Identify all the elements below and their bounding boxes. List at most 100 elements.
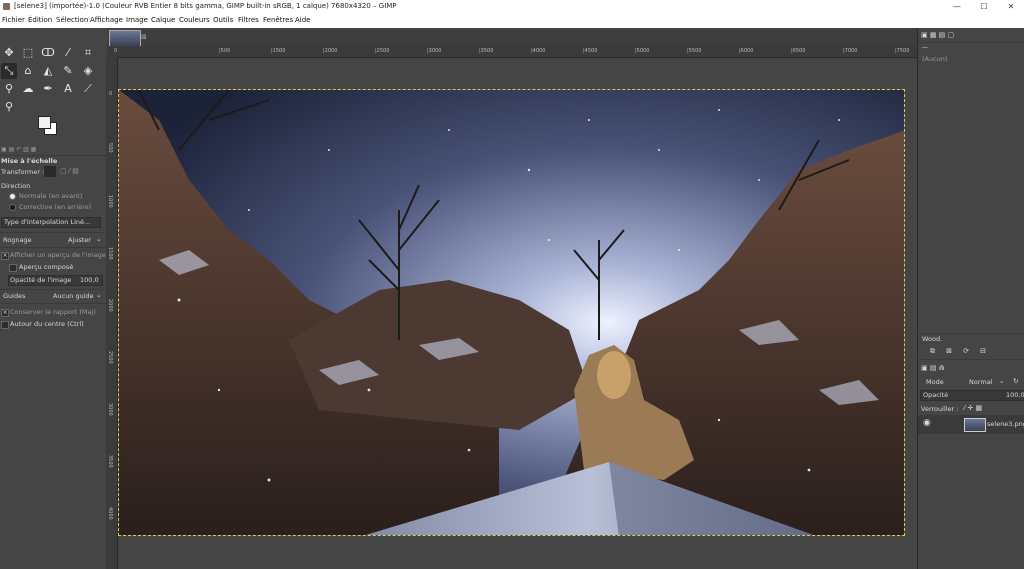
crop-tool-icon[interactable]: ⌗	[80, 45, 96, 61]
lock-icons[interactable]: ⁄ ✛ ▦	[964, 404, 982, 412]
around-center-checkbox[interactable]	[1, 321, 9, 329]
ruler-tick: 1500	[107, 247, 113, 260]
bucket-fill-tool-icon[interactable]: ◭	[40, 63, 56, 79]
minimize-button[interactable]: —	[944, 0, 970, 13]
ruler-tick: |2500	[375, 48, 390, 54]
image-tab-thumbnail[interactable]	[109, 30, 141, 47]
foreground-color-swatch[interactable]	[38, 116, 51, 129]
transform-mode-icons[interactable]: ▢ ⁄ ▤	[60, 167, 79, 175]
direction-corrective-radio[interactable]	[9, 204, 16, 211]
menu-affichage[interactable]: Affichage	[90, 13, 123, 28]
canvas-image[interactable]	[118, 89, 905, 536]
layers-tab-icons[interactable]: ▣ ▤ ⋒	[921, 364, 945, 372]
ruler-tick: |4500	[583, 48, 598, 54]
mode-select[interactable]: Normal	[969, 378, 993, 386]
clipping-label: Rognage	[3, 236, 32, 244]
eye-icon[interactable]: ◉	[923, 418, 931, 428]
color-picker-tool-icon[interactable]: ⟋	[80, 81, 96, 97]
warp-tool-icon[interactable]: ⌂	[20, 63, 36, 79]
guides-label: Guides	[3, 292, 26, 300]
chevron-down-icon[interactable]: ⌄	[96, 235, 101, 243]
ruler-tick: |7000	[843, 48, 858, 54]
image-opacity-value: 100,0	[80, 276, 99, 284]
toolbox-dock: ✥ ⬚ ↀ ⁄ ⌗ ⤡ ⌂ ◭ ✎ ◈ ⚲ ☁ ✒ A ⟋ ⚲ ▣ ▤ ↶ ▥ …	[0, 28, 106, 569]
chevron-down-icon[interactable]: ⌄	[999, 377, 1004, 385]
clone-tool-icon[interactable]: ⚲	[1, 81, 17, 97]
ruler-tick: 1000	[107, 195, 113, 208]
tool-options-tab-icons[interactable]: ▣ ▤ ↶ ▥ ▦	[1, 146, 36, 153]
tool-options-title: Mise à l'échelle	[1, 157, 58, 165]
menu-aide[interactable]: Aide	[295, 13, 310, 28]
chevron-down-icon[interactable]: ⌄	[96, 291, 101, 299]
transform-layer-icon[interactable]	[44, 166, 56, 177]
menu-outils[interactable]: Outils	[213, 13, 233, 28]
menu-fenetres[interactable]: Fenêtres	[263, 13, 293, 28]
smudge-tool-icon[interactable]: ☁	[20, 81, 36, 97]
reset-mode-icon[interactable]: ↻	[1013, 377, 1018, 385]
text-tool-icon[interactable]: A	[60, 81, 76, 97]
lasso-tool-icon[interactable]: ↀ	[40, 45, 56, 61]
clipping-select[interactable]: Ajuster	[68, 236, 91, 244]
dock-tab-icons[interactable]: ▣ ▦ ▤ ▢	[921, 31, 954, 39]
title-bar: [selene3] (importée)-1.0 (Couleur RVB En…	[0, 0, 1024, 13]
maximize-button[interactable]: ☐	[971, 0, 997, 13]
direction-label: Direction	[1, 182, 31, 190]
ruler-tick: |4000	[531, 48, 546, 54]
ruler-tick: 500	[107, 143, 113, 153]
composite-preview-checkbox[interactable]	[9, 264, 17, 272]
around-center-label: Autour du centre (Ctrl)	[10, 320, 84, 328]
direction-normal-radio[interactable]	[9, 193, 16, 200]
vertical-ruler[interactable]: 0 500 1000 1500 2000 2500 3000 3500 4000	[106, 57, 118, 569]
menu-filtres[interactable]: Filtres	[238, 13, 259, 28]
close-tab-icon[interactable]: ⊠	[141, 33, 147, 41]
keep-ratio-checkbox[interactable]: ×	[1, 309, 9, 317]
ruler-tick: |1500	[271, 48, 286, 54]
ruler-tick: |500	[219, 48, 231, 54]
pattern-value: (Aucun)	[922, 55, 948, 63]
zoom-tool-icon[interactable]: ⚲	[1, 99, 17, 115]
pattern-underline: —	[922, 44, 928, 51]
close-button[interactable]: ✕	[998, 0, 1024, 13]
move-tool-icon[interactable]: ✥	[1, 45, 17, 61]
keep-ratio-label: Conserver le rapport (Maj)	[10, 308, 96, 316]
ruler-tick: |7500	[895, 48, 910, 54]
gimp-app-icon	[3, 3, 10, 10]
menu-fichier[interactable]: Fichier	[2, 13, 25, 28]
interpolation-select[interactable]: Type d'interpolation Liné...	[1, 217, 101, 228]
mode-label: Mode	[926, 378, 944, 386]
image-tab-strip: ⊠	[107, 29, 917, 47]
direction-corrective-label: Corrective (en arrière)	[19, 203, 92, 211]
paths-tool-icon[interactable]: ✒	[40, 81, 56, 97]
ruler-tick: 3500	[107, 455, 113, 468]
ruler-tick: 0	[109, 91, 113, 97]
layer-name: selene3.png	[987, 420, 1024, 428]
ruler-tick: |3500	[479, 48, 494, 54]
image-opacity-label: Opacité de l'image	[10, 276, 72, 284]
direction-normal-label: Normale (en avant)	[19, 192, 83, 200]
scale-tool-icon[interactable]: ⤡	[1, 63, 17, 79]
resource-action-icons[interactable]: ⧉ ⊠ ⟳ ⊟	[930, 347, 986, 356]
layer-row[interactable]: ◉ selene3.png	[918, 415, 1024, 434]
ruler-tick: 2500	[107, 351, 113, 364]
eraser-tool-icon[interactable]: ◈	[80, 63, 96, 79]
window-title: [selene3] (importée)-1.0 (Couleur RVB En…	[14, 2, 397, 10]
layers-dock: ▣ ▦ ▤ ▢ — (Aucun) Wood. ⧉ ⊠ ⟳ ⊟ ▣ ▤ ⋒ Mo…	[917, 28, 1024, 569]
horizontal-ruler[interactable]: 0 |500 |1500 |2000 |2500 |3000 |3500 |40…	[107, 46, 917, 58]
guides-select[interactable]: Aucun guide	[53, 292, 94, 300]
show-preview-checkbox[interactable]: ×	[1, 252, 9, 260]
menu-edition[interactable]: Édition	[28, 13, 52, 28]
lock-label: Verrouiller :	[921, 405, 959, 413]
ruler-tick: 2000	[107, 299, 113, 312]
rect-select-tool-icon[interactable]: ⬚	[20, 45, 36, 61]
menu-bar: Fichier Édition Sélection Affichage Imag…	[0, 13, 1024, 28]
fuzzy-select-tool-icon[interactable]: ⁄	[60, 45, 76, 61]
ruler-tick: |2000	[323, 48, 338, 54]
menu-calque[interactable]: Calque	[151, 13, 175, 28]
paintbrush-tool-icon[interactable]: ✎	[60, 63, 76, 79]
menu-image[interactable]: Image	[126, 13, 148, 28]
layer-thumbnail	[964, 418, 986, 432]
menu-selection[interactable]: Sélection	[56, 13, 88, 28]
ruler-tick: |5000	[635, 48, 650, 54]
menu-couleurs[interactable]: Couleurs	[179, 13, 210, 28]
scene-image	[119, 90, 904, 535]
